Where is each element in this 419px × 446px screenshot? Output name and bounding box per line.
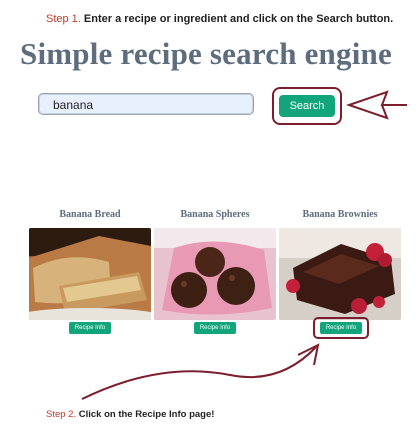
search-input[interactable]: banana [38,93,254,115]
recipe-title-banana-brownies: Banana Brownies [302,209,378,220]
search-button[interactable]: Search [279,95,335,117]
recipe-info-button-banana-spheres[interactable]: Recipe Info [194,322,236,334]
recipe-info-button-banana-brownies[interactable]: Recipe Info [320,322,362,334]
page-title: Simple recipe search engine [20,36,392,71]
step-2-text: Click on the Recipe Info page! [78,409,215,420]
banana-spheres-image[interactable] [154,228,276,320]
pointer-curve-arrow-icon [81,343,320,400]
step-1-text: Enter a recipe or ingredient and click o… [83,13,394,25]
search-button-highlight: Search [272,87,342,125]
step-1-instruction: Step 1. Enter a recipe or ingredient and… [46,13,393,25]
recipe-title-banana-spheres: Banana Spheres [180,209,250,220]
step-2-instruction: Step 2. Click on the Recipe Info page! [46,409,214,420]
step-1-label: Step 1. [46,13,81,25]
banana-brownies-image[interactable] [279,228,401,320]
step-2-label: Step 2. [46,409,77,420]
pointer-arrow-icon [345,90,407,120]
recipe-info-button-banana-bread[interactable]: Recipe Info [69,322,111,334]
page-card: Step 1. Enter a recipe or ingredient and… [0,0,419,446]
banana-bread-image[interactable] [29,228,151,320]
recipe-title-banana-bread: Banana Bread [59,209,121,220]
